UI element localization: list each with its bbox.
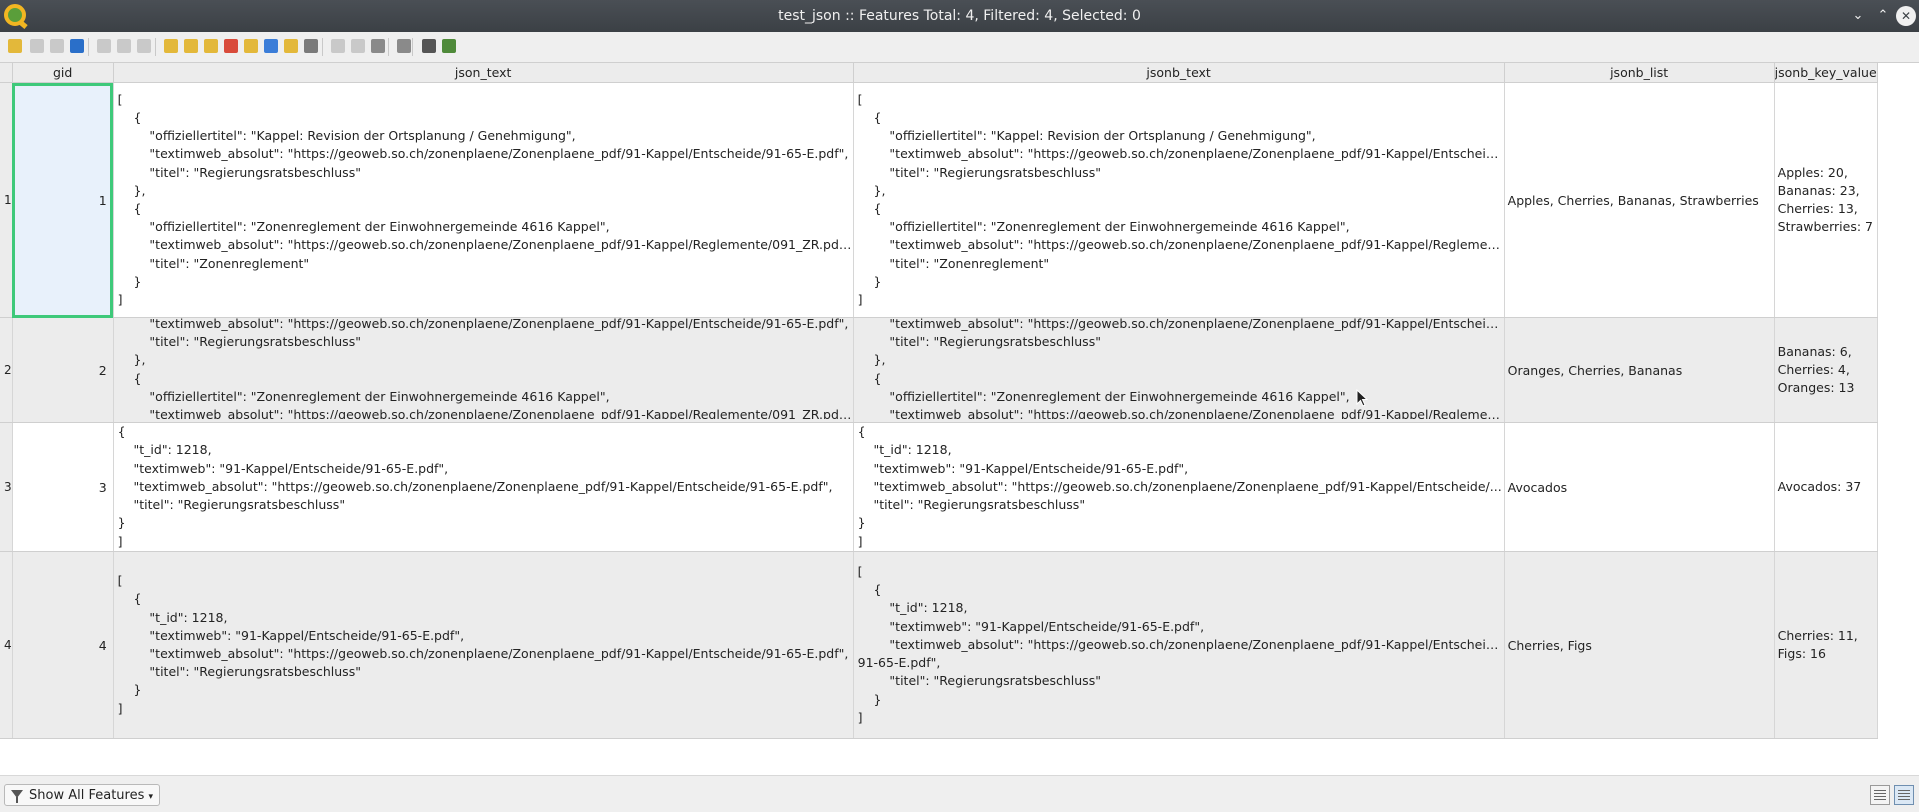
cell-jsonb-text-text: [ { "t_id": 1218, "textimweb": "91-Kappe… — [857, 564, 1504, 725]
toolbar-separator — [322, 38, 323, 56]
multi-edit-icon[interactable] — [28, 37, 46, 55]
cell-jsonb-text-text: { "t_id": 1218, "textimweb": "91-Kappel/… — [857, 424, 1502, 549]
zoom-to-selection-icon[interactable] — [302, 37, 320, 55]
filter-icon — [11, 790, 23, 803]
save-edits-icon[interactable] — [48, 37, 66, 55]
cell-jsonb-text[interactable]: "textimweb_absolut": "https://geoweb.so.… — [853, 317, 1505, 423]
table-view-icon[interactable] — [1894, 785, 1914, 805]
cell-gid[interactable]: 2 — [12, 317, 114, 423]
cell-json-text[interactable]: [ { "offiziellertitel": "Kappel: Revisio… — [113, 82, 854, 318]
toolbar-separator — [88, 38, 89, 56]
dropdown-arrow-icon: ▾ — [148, 792, 154, 802]
window-title: test_json :: Features Total: 4, Filtered… — [778, 8, 1141, 24]
mouse-cursor-icon — [1356, 389, 1369, 407]
delete-field-icon[interactable] — [395, 37, 413, 55]
invert-selection-icon[interactable] — [202, 37, 220, 55]
cell-jsonb-list[interactable]: Avocados — [1504, 422, 1775, 552]
conditional-formatting-icon[interactable] — [440, 37, 458, 55]
cell-jsonb-text-text: [ { "offiziellertitel": "Kappel: Revisio… — [857, 91, 1504, 308]
cell-jsonb-key-value[interactable]: Avocados: 37 — [1774, 422, 1878, 552]
row-header[interactable]: 3 — [0, 422, 13, 552]
cell-jsonb-list[interactable]: Oranges, Cherries, Bananas — [1504, 317, 1775, 423]
cell-jsonb-key-value-text: Bananas: 6, Cherries: 4, Oranges: 13 — [1777, 343, 1855, 396]
row-header[interactable]: 1 — [0, 82, 13, 318]
table-row[interactable]: 3 3{ "t_id": 1218, "textimweb": "91-Kappe… — [0, 422, 1878, 552]
toolbar-separator — [155, 38, 156, 56]
toolbar-separator — [412, 38, 413, 56]
cell-jsonb-list[interactable]: Cherries, Figs — [1504, 551, 1775, 739]
toolbar-separator — [388, 38, 389, 56]
pencil-edit-icon[interactable] — [6, 37, 24, 55]
add-feature-icon[interactable] — [95, 37, 113, 55]
form-view-icon[interactable] — [1870, 785, 1890, 805]
show-all-features-label: Show All Features — [29, 788, 145, 803]
pan-to-selection-icon[interactable] — [282, 37, 300, 55]
select-all-icon[interactable] — [182, 37, 200, 55]
cell-json-text-text: { "t_id": 1218, "textimweb": "91-Kappel/… — [117, 424, 833, 549]
cell-jsonb-key-value-text: Avocados: 37 — [1777, 478, 1862, 494]
cell-jsonb-list[interactable]: Apples, Cherries, Bananas, Strawberries — [1504, 82, 1775, 318]
attribute-table: gid json_text jsonb_text jsonb_list json… — [0, 62, 1919, 776]
column-header-jsonb-text[interactable]: jsonb_text — [853, 63, 1505, 83]
move-selection-top-icon[interactable] — [262, 37, 280, 55]
column-header-jsonb-list[interactable]: jsonb_list — [1504, 63, 1775, 83]
cell-jsonb-key-value[interactable]: Apples: 20, Bananas: 23, Cherries: 13, S… — [1774, 82, 1878, 318]
column-header-gid[interactable]: gid — [12, 63, 114, 83]
cell-jsonb-key-value-text: Cherries: 11, Figs: 16 — [1777, 627, 1858, 661]
expression-select-icon[interactable] — [162, 37, 180, 55]
row-header[interactable]: 2 — [0, 317, 13, 423]
deselect-all-icon[interactable] — [222, 37, 240, 55]
close-icon[interactable]: ✕ — [1896, 6, 1916, 26]
paste-features-icon[interactable] — [349, 37, 367, 55]
cell-jsonb-key-value[interactable]: Cherries: 11, Figs: 16 — [1774, 551, 1878, 739]
cell-gid[interactable]: 4 — [12, 551, 114, 739]
delete-feature-icon[interactable] — [115, 37, 133, 55]
cell-jsonb-text-text: "textimweb_absolut": "https://geoweb.so.… — [873, 317, 1504, 420]
cell-jsonb-list-text: Avocados — [1507, 479, 1568, 495]
cell-gid[interactable]: 3 — [12, 422, 114, 552]
cell-jsonb-text[interactable]: [ { "offiziellertitel": "Kappel: Revisio… — [853, 82, 1505, 318]
reload-icon[interactable] — [68, 37, 86, 55]
chevron-down-icon[interactable]: ⌄ — [1848, 6, 1868, 26]
cell-json-text[interactable]: "textimweb_absolut": "https://geoweb.so.… — [113, 317, 854, 423]
window-titlebar: test_json :: Features Total: 4, Filtered… — [0, 0, 1919, 32]
cell-json-text-text: [ { "offiziellertitel": "Kappel: Revisio… — [117, 91, 853, 308]
new-field-icon[interactable] — [369, 37, 387, 55]
column-header-json-text[interactable]: json_text — [113, 63, 854, 83]
cell-jsonb-key-value[interactable]: Bananas: 6, Cherries: 4, Oranges: 13 — [1774, 317, 1878, 423]
cut-icon[interactable] — [135, 37, 153, 55]
cell-json-text[interactable]: [ { "t_id": 1218, "textimweb": "91-Kappe… — [113, 551, 854, 739]
cell-json-text-text: "textimweb_absolut": "https://geoweb.so.… — [133, 317, 853, 420]
filter-select-icon[interactable] — [242, 37, 260, 55]
table-row[interactable]: 4 4[ { "t_id": 1218, "textimweb": "91-Kap… — [0, 551, 1878, 739]
cell-jsonb-list-text: Oranges, Cherries, Bananas — [1507, 362, 1683, 378]
chevron-up-icon[interactable]: ⌃ — [1873, 6, 1893, 26]
cell-json-text[interactable]: { "t_id": 1218, "textimweb": "91-Kappel/… — [113, 422, 854, 552]
cell-jsonb-key-value-text: Apples: 20, Bananas: 23, Cherries: 13, S… — [1777, 164, 1873, 235]
corner-header[interactable] — [0, 63, 13, 83]
column-header-jsonb-key-value[interactable]: jsonb_key_value — [1774, 63, 1878, 83]
status-bar: Show All Features ▾ — [0, 775, 1919, 812]
cell-gid[interactable]: 1 — [12, 82, 114, 318]
table-row[interactable]: 22 "textimweb_absolut": "https://geoweb.… — [0, 317, 1878, 423]
cell-jsonb-list-text: Apples, Cherries, Bananas, Strawberries — [1507, 192, 1759, 208]
cell-jsonb-list-text: Cherries, Figs — [1507, 637, 1592, 653]
table-row[interactable]: 1 1[ { "offiziellertitel": "Kappel: Revis… — [0, 82, 1878, 318]
cell-json-text-text: [ { "t_id": 1218, "textimweb": "91-Kappe… — [117, 573, 849, 716]
field-calculator-icon[interactable] — [420, 37, 438, 55]
cell-jsonb-text[interactable]: { "t_id": 1218, "textimweb": "91-Kappel/… — [853, 422, 1505, 552]
attribute-table-toolbar — [0, 32, 1919, 63]
copy-rows-icon[interactable] — [329, 37, 347, 55]
cell-jsonb-text[interactable]: [ { "t_id": 1218, "textimweb": "91-Kappe… — [853, 551, 1505, 739]
show-all-features-button[interactable]: Show All Features ▾ — [4, 784, 161, 806]
row-header[interactable]: 4 — [0, 551, 13, 739]
